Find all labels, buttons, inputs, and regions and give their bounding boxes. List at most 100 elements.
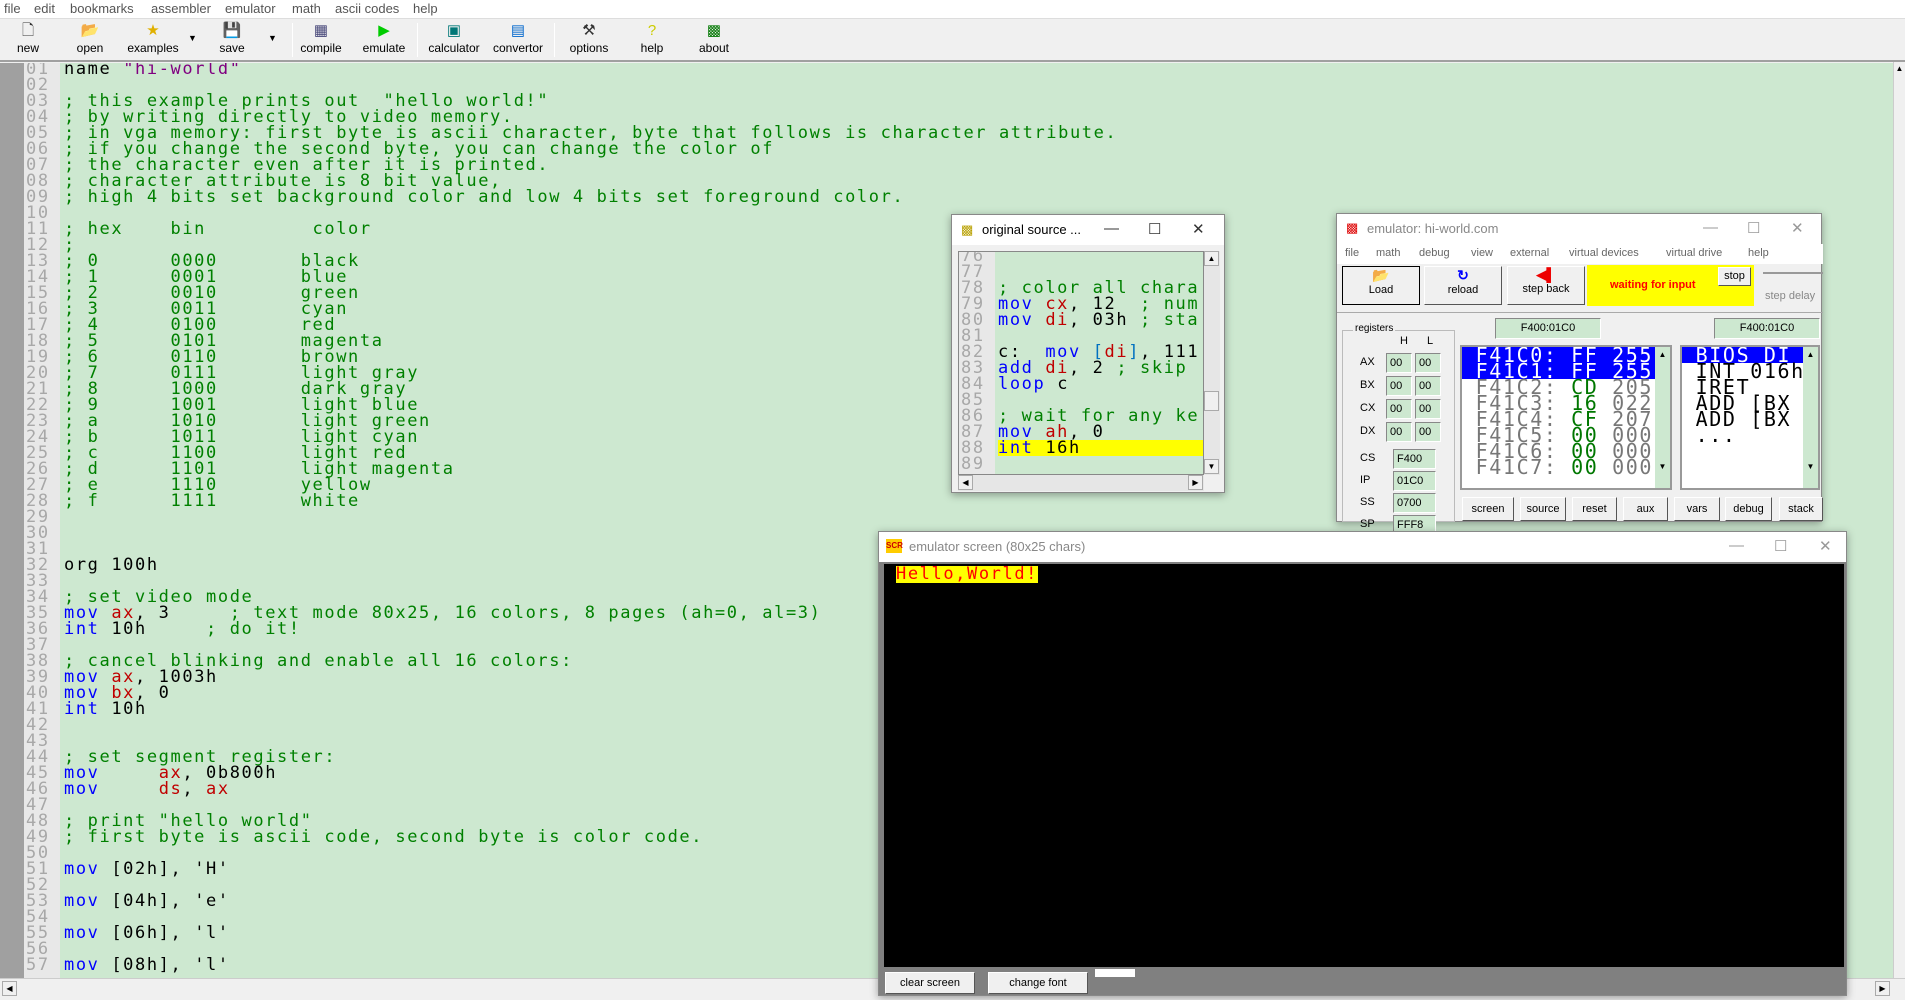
code-line: org 100h <box>64 557 159 574</box>
ax-low-field[interactable]: 00 <box>1415 353 1441 373</box>
compile-button[interactable]: ▦ compile <box>291 21 351 55</box>
options-label: options <box>569 41 609 55</box>
disassembly-list[interactable]: BIOS DI INT 016h IRET ADD [BX + ADD [BX … <box>1680 345 1820 490</box>
emu-menu-debug[interactable]: debug <box>1419 247 1450 259</box>
reset-button[interactable]: reset <box>1572 497 1617 521</box>
convertor-button[interactable]: ▤ convertor <box>488 21 548 55</box>
code-line: ; first byte is ascii code, second byte … <box>64 827 704 847</box>
tools-icon: ⚒ <box>582 22 596 39</box>
maximize-button[interactable]: ☐ <box>1747 219 1760 237</box>
minimize-button[interactable]: — <box>1729 537 1744 554</box>
ax-high-field[interactable]: 00 <box>1386 353 1412 373</box>
emulate-label: emulate <box>362 41 406 55</box>
stop-button[interactable]: stop <box>1718 267 1751 286</box>
code-token: mov <box>64 955 112 975</box>
window-title: original source ... <box>982 222 1081 237</box>
window-title: emulator screen (80x25 chars) <box>909 539 1086 554</box>
cx-high-field[interactable]: 00 <box>1386 399 1412 419</box>
memory-list[interactable]: F41C0: FF 255 R F41C1: FF 255 R F41C2: C… <box>1460 345 1672 490</box>
new-button[interactable]: 🗋 new <box>0 21 58 55</box>
disassembly-row[interactable]: ... <box>1682 425 1805 445</box>
options-button[interactable]: ⚒ options <box>559 21 619 55</box>
stack-button[interactable]: stack <box>1779 497 1823 521</box>
cs-field[interactable]: F400 <box>1393 449 1436 469</box>
aux-button[interactable]: aux <box>1623 497 1668 521</box>
emulator-button-row: screen source reset aux vars debug stack <box>1337 497 1823 523</box>
screen-display[interactable]: Hello,World! <box>884 564 1844 967</box>
step-back-button[interactable]: ◀▌ step back <box>1507 266 1585 305</box>
bx-low-field[interactable]: 00 <box>1415 376 1441 396</box>
close-button[interactable]: ✕ <box>1819 537 1832 555</box>
close-button[interactable]: ✕ <box>1192 220 1205 238</box>
step-back-label: step back <box>1522 283 1570 295</box>
save-dropdown-arrow[interactable]: ▼ <box>268 33 277 43</box>
source-code-view[interactable]: 76 77 78; color all chara 79 mov cx, 12 ; nu… <box>958 251 1204 475</box>
menu-edit[interactable]: edit <box>34 1 55 16</box>
emu-menu-help[interactable]: help <box>1748 247 1769 259</box>
code-token: , 2 <box>1069 358 1117 378</box>
source-horizontal-scrollbar[interactable]: ◀ ▶ <box>958 475 1204 491</box>
code-token: mov <box>64 891 112 911</box>
emu-menu-virtual-devices[interactable]: virtual devices <box>1569 247 1639 259</box>
screen-output-text: Hello,World! <box>896 564 1039 584</box>
emulator-window: ▩ emulator: hi-world.com — ☐ ✕ file math d… <box>1336 213 1823 535</box>
emulate-button[interactable]: ▶ emulate <box>354 21 414 55</box>
reload-button[interactable]: ↻ reload <box>1424 266 1502 305</box>
load-button[interactable]: 📂 Load <box>1342 266 1420 305</box>
open-button[interactable]: 📂 open <box>60 21 120 55</box>
dx-high-field[interactable]: 00 <box>1386 422 1412 442</box>
help-label: help <box>640 41 664 55</box>
change-font-button[interactable]: change font <box>988 972 1088 994</box>
emu-menu-file[interactable]: file <box>1345 247 1359 259</box>
disassembly-address-field[interactable]: F400:01C0 <box>1714 318 1820 339</box>
code-token: "hi-world" <box>123 63 242 79</box>
clear-screen-button[interactable]: clear screen <box>885 972 975 994</box>
play-icon: ▶ <box>378 22 390 39</box>
maximize-button[interactable]: ☐ <box>1774 537 1787 555</box>
debug-button[interactable]: debug <box>1725 497 1772 521</box>
emu-menu-external[interactable]: external <box>1510 247 1549 259</box>
step-delay-slider[interactable] <box>1763 272 1823 274</box>
menu-emulator[interactable]: emulator <box>225 1 276 16</box>
cx-low-field[interactable]: 00 <box>1415 399 1441 419</box>
emu-menu-view[interactable]: view <box>1471 247 1493 259</box>
code-token: 10h <box>111 619 207 639</box>
code-line: mov ds, ax <box>64 781 230 798</box>
help-button[interactable]: ? help <box>622 21 682 55</box>
menu-math[interactable]: math <box>292 1 321 16</box>
code-token: ; first byte is ascii code, second byte … <box>64 827 704 847</box>
menu-ascii-codes[interactable]: ascii codes <box>335 1 399 16</box>
memory-address-field[interactable]: F400:01C0 <box>1495 318 1601 339</box>
source-vertical-scrollbar[interactable]: ▲ ▼ <box>1204 251 1220 475</box>
screen-button[interactable]: screen <box>1462 497 1514 521</box>
maximize-button[interactable]: ☐ <box>1148 220 1161 238</box>
open-label: open <box>76 41 104 55</box>
save-button[interactable]: 💾 save <box>202 21 262 55</box>
dx-low-field[interactable]: 00 <box>1415 422 1441 442</box>
about-button[interactable]: ▩ about <box>684 21 744 55</box>
code-token: c <box>1057 374 1070 394</box>
minimize-button[interactable]: — <box>1703 219 1718 236</box>
minimize-button[interactable]: — <box>1104 220 1119 237</box>
title-bar: SCR emulator screen (80x25 chars) — ☐ ✕ <box>879 532 1846 562</box>
memory-scrollbar[interactable]: ▲ ▼ <box>1655 347 1670 488</box>
menu-bookmarks[interactable]: bookmarks <box>70 1 134 16</box>
editor-vertical-scrollbar[interactable]: ▲ <box>1893 62 1905 978</box>
menu-help[interactable]: help <box>413 1 438 16</box>
memory-row[interactable]: F41C7: 00 000 N <box>1462 457 1670 477</box>
menu-assembler[interactable]: assembler <box>151 1 211 16</box>
emu-menu-virtual-drive[interactable]: virtual drive <box>1666 247 1722 259</box>
compile-label: compile <box>300 41 342 55</box>
menu-file[interactable]: file <box>4 1 21 16</box>
examples-button[interactable]: ★ examples <box>123 21 183 55</box>
ip-field[interactable]: 01C0 <box>1393 471 1436 491</box>
close-button[interactable]: ✕ <box>1791 219 1804 237</box>
disassembly-scrollbar[interactable]: ▲ ▼ <box>1803 347 1818 488</box>
emu-menu-math[interactable]: math <box>1376 247 1400 259</box>
examples-dropdown-arrow[interactable]: ▼ <box>188 33 197 43</box>
bx-high-field[interactable]: 00 <box>1386 376 1412 396</box>
calculator-button[interactable]: ▣ calculator <box>424 21 484 55</box>
vars-button[interactable]: vars <box>1674 497 1720 521</box>
memory-hex: 00 <box>1571 455 1613 479</box>
source-button[interactable]: source <box>1520 497 1566 521</box>
